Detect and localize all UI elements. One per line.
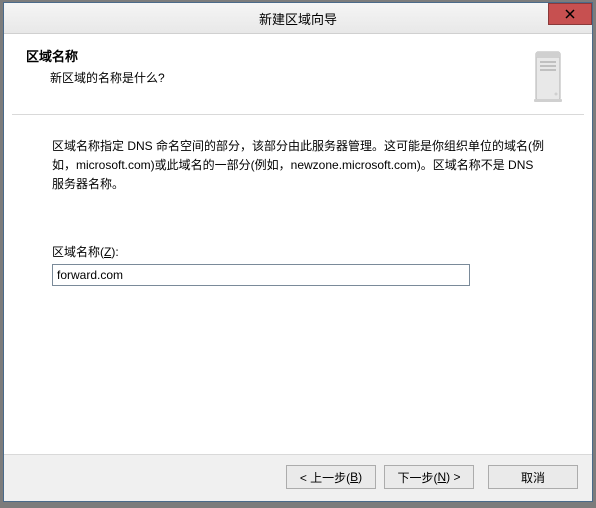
wizard-header: 区域名称 新区域的名称是什么? (4, 34, 592, 114)
wizard-content: 区域名称指定 DNS 命名空间的部分，该部分由此服务器管理。这可能是你组织单位的… (4, 115, 592, 296)
back-button[interactable]: < 上一步(B) (286, 465, 376, 489)
wizard-footer: < 上一步(B) 下一步(N) > 取消 (4, 454, 592, 501)
close-button[interactable] (548, 3, 592, 25)
zone-name-field: 区域名称(Z): (52, 243, 544, 286)
server-icon (530, 48, 570, 104)
header-subtitle: 新区域的名称是什么? (50, 69, 570, 86)
description-text: 区域名称指定 DNS 命名空间的部分，该部分由此服务器管理。这可能是你组织单位的… (52, 137, 544, 195)
titlebar-text: 新建区域向导 (259, 9, 337, 28)
cancel-button[interactable]: 取消 (488, 465, 578, 489)
titlebar: 新建区域向导 (4, 3, 592, 34)
wizard-window: 新建区域向导 区域名称 新区域的名称是什么? (3, 2, 593, 502)
header-title: 区域名称 (26, 46, 570, 65)
close-icon (565, 7, 575, 22)
zone-name-label: 区域名称(Z): (52, 243, 544, 262)
next-button[interactable]: 下一步(N) > (384, 465, 474, 489)
zone-name-input[interactable] (52, 264, 470, 286)
